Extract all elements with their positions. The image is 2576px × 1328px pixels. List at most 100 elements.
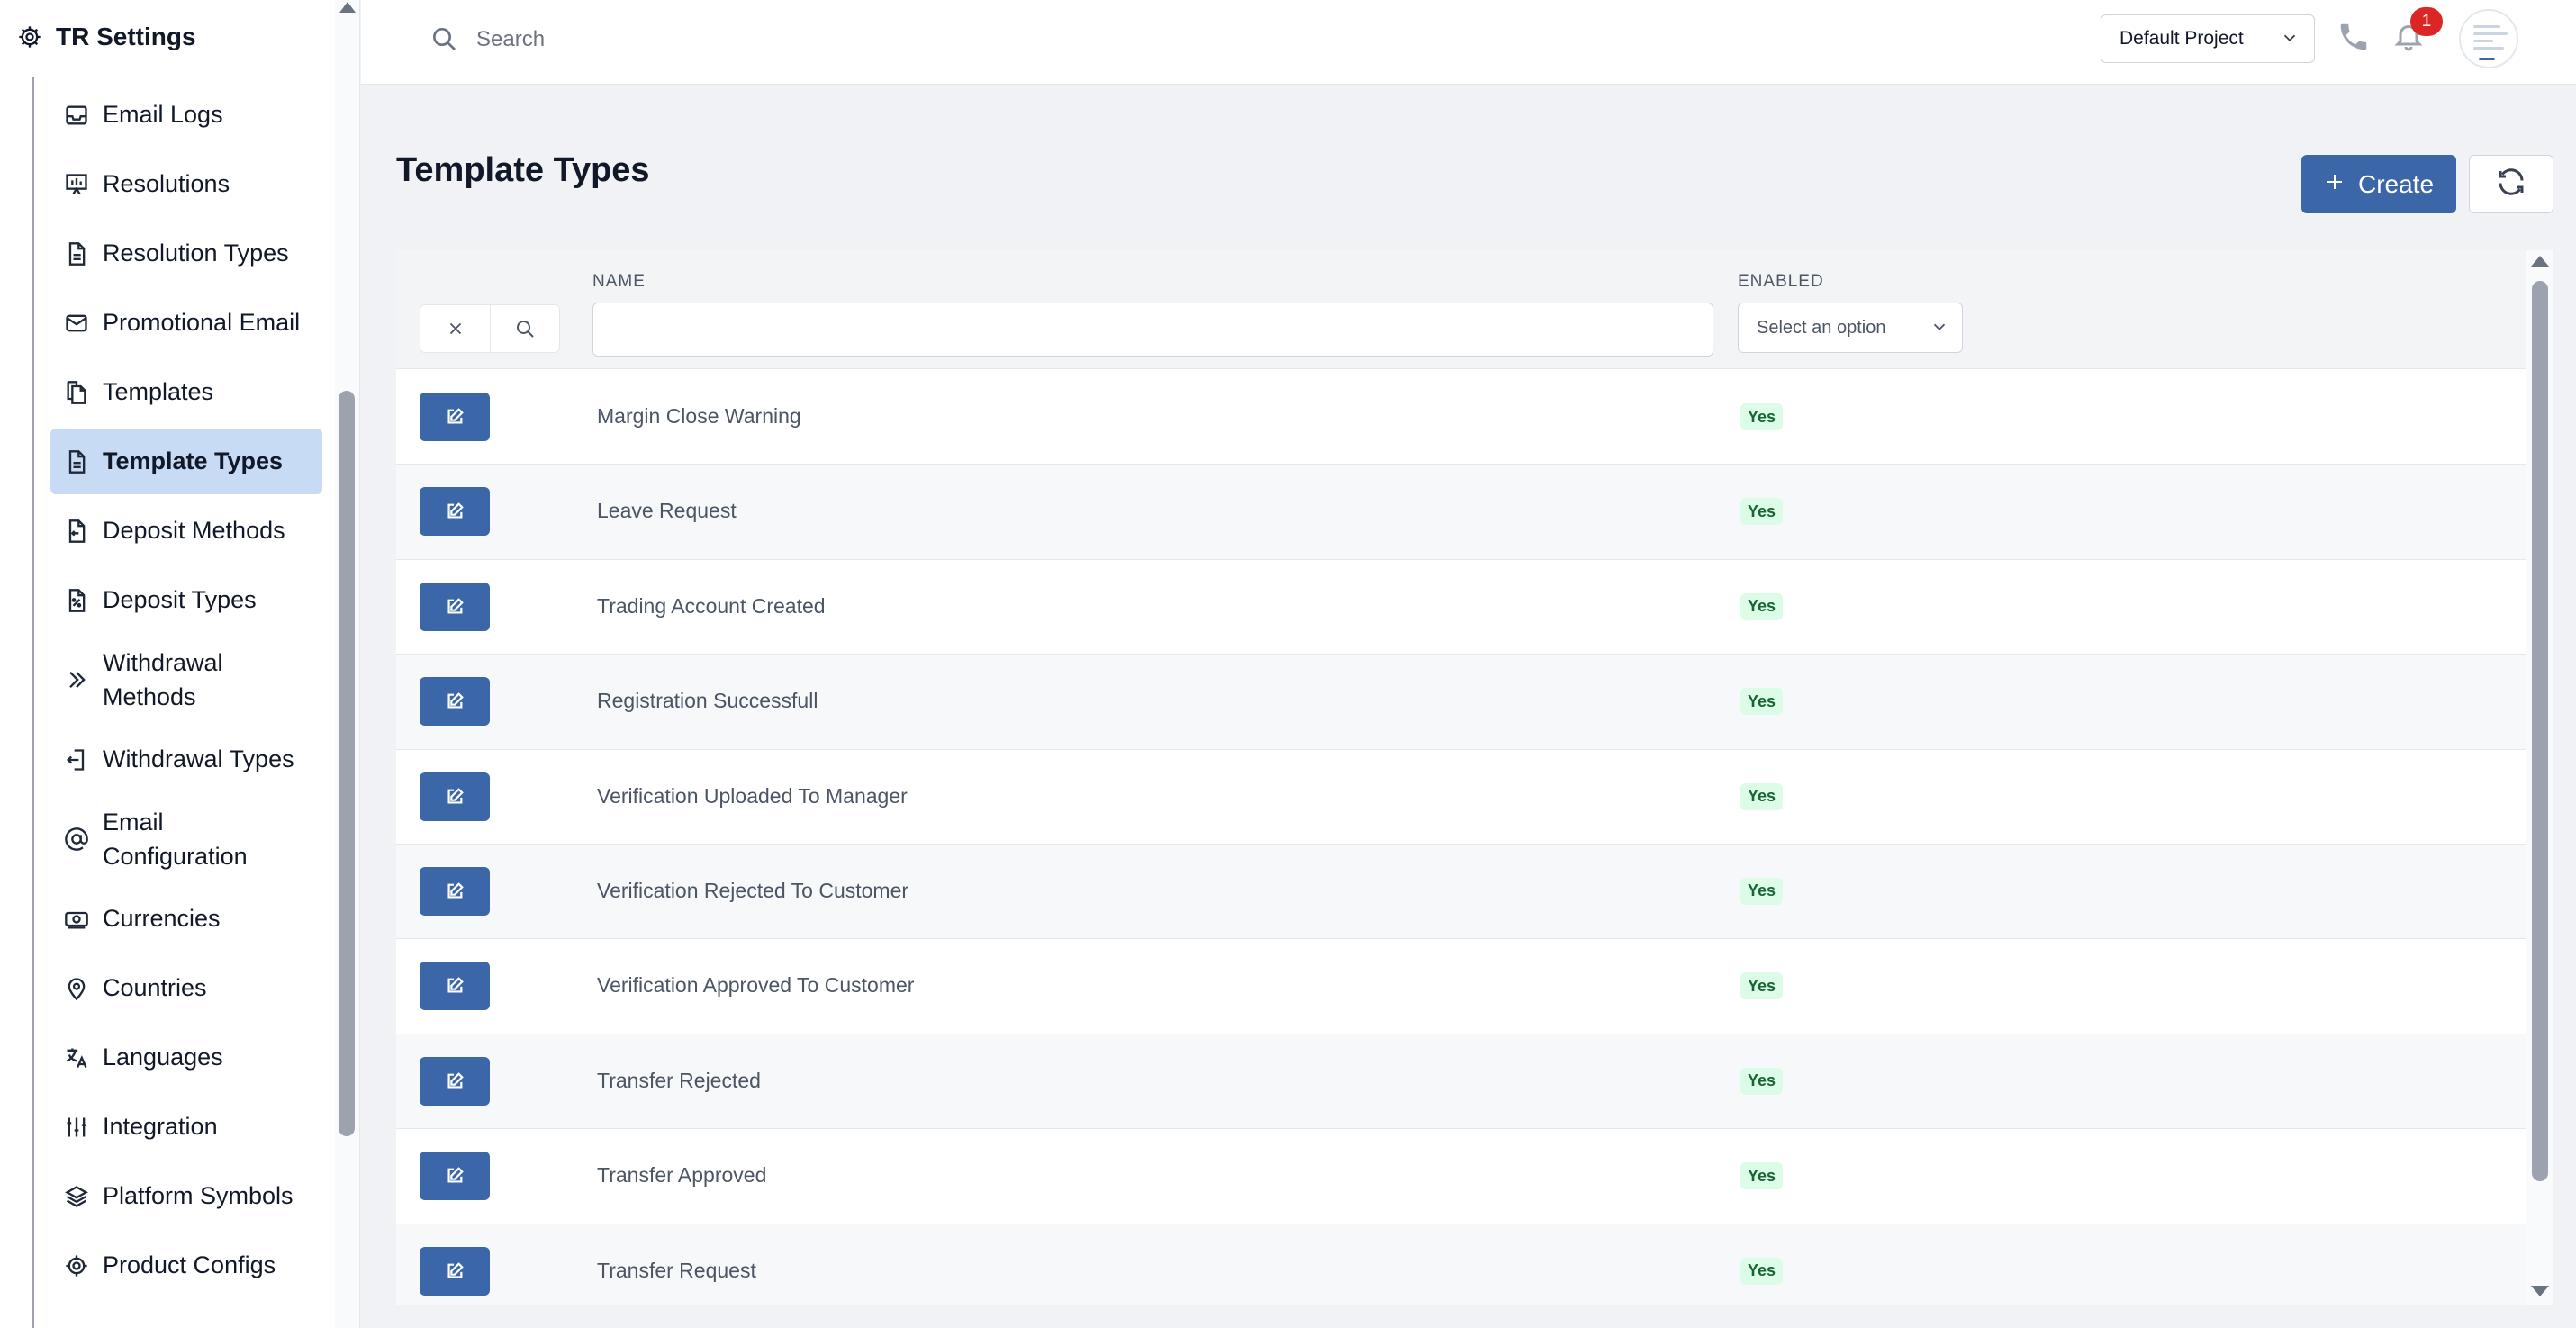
sidebar-nav: Email Logs Resolutions Resolution Types … <box>50 82 322 1302</box>
table-scroll-up-arrow[interactable] <box>2531 256 2549 267</box>
table-scroll-thumb[interactable] <box>2532 281 2548 1181</box>
edit-icon <box>447 408 464 424</box>
sidebar-item-template-types[interactable]: Template Types <box>50 429 322 494</box>
sidebar-item-product-configs[interactable]: Product Configs <box>50 1233 322 1298</box>
sidebar-item-label: Resolution Types <box>103 239 289 267</box>
row-name: Verification Approved To Customer <box>597 973 915 998</box>
edit-button[interactable] <box>420 772 490 821</box>
page-title: Template Types <box>396 151 650 189</box>
row-name: Margin Close Warning <box>597 404 801 428</box>
row-name: Transfer Approved <box>597 1163 767 1188</box>
row-name: Transfer Rejected <box>597 1068 761 1092</box>
sidebar-item-withdrawal-methods[interactable]: Withdrawal Methods <box>50 637 322 723</box>
table-row: Transfer Request Yes <box>396 1224 2526 1305</box>
edit-button[interactable] <box>420 487 490 537</box>
refresh-icon <box>2495 166 2527 203</box>
sidebar-item-languages[interactable]: Languages <box>50 1025 322 1090</box>
sidebar-item-label: Promotional Email <box>103 309 301 336</box>
column-header-name[interactable]: NAME <box>592 272 646 292</box>
avatar[interactable] <box>2459 9 2518 68</box>
sidebar-item-label: Deposit Types <box>103 586 257 613</box>
edit-icon <box>447 787 464 804</box>
sidebar-item-email-configuration[interactable]: Email Configuration <box>50 796 322 882</box>
phone-icon[interactable] <box>2336 20 2373 56</box>
sidebar-item-label: Countries <box>103 974 207 1001</box>
sidebar-header[interactable]: TR Settings <box>16 16 196 58</box>
sidebar-item-deposit-methods[interactable]: Deposit Methods <box>50 498 322 564</box>
topbar: Default Project 1 <box>361 0 2576 85</box>
edit-button[interactable] <box>420 1246 490 1296</box>
plus-icon <box>2324 170 2346 199</box>
sidebar-item-currencies[interactable]: Currencies <box>50 886 322 952</box>
sidebar-item-withdrawal-types[interactable]: Withdrawal Types <box>50 727 322 792</box>
edit-button[interactable] <box>420 582 490 631</box>
table-row: Verification Rejected To Customer Yes <box>396 844 2526 940</box>
project-select[interactable]: Default Project <box>2101 14 2315 63</box>
project-select-value: Default Project <box>2120 28 2244 49</box>
edit-button[interactable] <box>420 866 490 916</box>
edit-button[interactable] <box>420 962 490 1011</box>
refresh-button[interactable] <box>2469 155 2553 213</box>
edit-icon <box>447 977 464 993</box>
name-filter-input[interactable] <box>592 303 1713 357</box>
sidebar-scroll-up-arrow[interactable] <box>339 2 356 13</box>
template-types-table: NAME ENABLED Select an option Margin Clo… <box>396 250 2553 1305</box>
chevron-down-icon <box>1930 317 1949 342</box>
table-row: Leave Request Yes <box>396 465 2526 560</box>
enabled-badge: Yes <box>1740 972 1784 1000</box>
clear-filter-button[interactable] <box>420 305 490 352</box>
table-row: Verification Uploaded To Manager Yes <box>396 749 2526 845</box>
envelope-icon <box>63 310 90 337</box>
translate-icon <box>63 1044 90 1071</box>
map-pin-icon <box>63 975 90 1002</box>
edit-icon <box>447 692 464 709</box>
sidebar-item-label: Email Configuration <box>103 809 248 870</box>
apply-filter-button[interactable] <box>490 305 559 352</box>
create-button-label: Create <box>2357 169 2435 198</box>
enabled-filter-select[interactable]: Select an option <box>1738 303 1963 353</box>
edit-icon <box>447 597 464 614</box>
notification-badge: 1 <box>2410 7 2443 36</box>
layers-icon <box>63 1183 90 1210</box>
edit-button[interactable] <box>420 677 490 727</box>
close-icon <box>449 322 461 335</box>
sidebar-title: TR Settings <box>56 23 196 50</box>
edit-button[interactable] <box>420 1056 490 1106</box>
sidebar-item-platform-symbols[interactable]: Platform Symbols <box>50 1163 322 1229</box>
banknote-icon <box>63 906 90 933</box>
sidebar-item-email-logs[interactable]: Email Logs <box>50 82 322 148</box>
create-button[interactable]: Create <box>2301 155 2456 213</box>
edit-icon <box>447 502 464 519</box>
sidebar-item-label: Email Logs <box>103 101 223 128</box>
sidebar-item-templates[interactable]: Templates <box>50 359 322 425</box>
table-row: Registration Successfull Yes <box>396 655 2526 750</box>
sliders-icon <box>63 1114 90 1141</box>
edit-button[interactable] <box>420 393 490 441</box>
sidebar-item-integration[interactable]: Integration <box>50 1094 322 1160</box>
sidebar-item-label: Languages <box>103 1043 223 1071</box>
search-icon <box>517 321 534 338</box>
table-header: NAME ENABLED Select an option <box>396 250 2526 369</box>
sidebar-item-label: Withdrawal Types <box>103 745 294 772</box>
row-name: Leave Request <box>597 499 737 523</box>
filter-actions <box>420 304 560 353</box>
edit-button[interactable] <box>420 1152 490 1201</box>
sidebar-item-label: Currencies <box>103 905 221 932</box>
sidebar-item-resolution-types[interactable]: Resolution Types <box>50 221 322 286</box>
document-icon <box>63 240 90 267</box>
sidebar-item-deposit-types[interactable]: Deposit Types <box>50 567 322 633</box>
sidebar-item-promotional-email[interactable]: Promotional Email <box>50 290 322 356</box>
sidebar-item-label: Integration <box>103 1113 218 1140</box>
row-name: Verification Uploaded To Manager <box>597 783 908 808</box>
sidebar-scroll-thumb[interactable] <box>339 391 355 1136</box>
sidebar-item-resolutions[interactable]: Resolutions <box>50 151 322 217</box>
sidebar-item-countries[interactable]: Countries <box>50 955 322 1021</box>
table-scroll-down-arrow[interactable] <box>2531 1286 2549 1296</box>
enabled-filter-placeholder: Select an option <box>1757 317 1886 338</box>
table-row: Trading Account Created Yes <box>396 559 2526 655</box>
table-row: Transfer Approved Yes <box>396 1129 2526 1224</box>
column-header-enabled[interactable]: ENABLED <box>1738 272 1824 292</box>
enabled-badge: Yes <box>1740 1067 1784 1095</box>
row-name: Verification Rejected To Customer <box>597 878 909 902</box>
search-input[interactable] <box>476 20 1107 59</box>
